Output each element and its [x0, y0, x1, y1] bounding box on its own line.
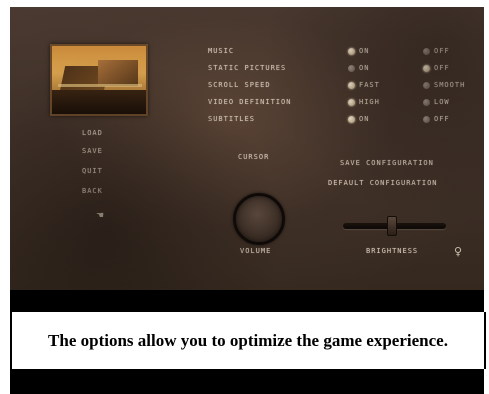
thumbnail-building [98, 60, 138, 86]
caption-top-bar [10, 290, 484, 312]
menu-item-load[interactable]: LOAD [82, 129, 103, 137]
subtitles-off-radio[interactable] [423, 116, 430, 123]
subtitles-off-label[interactable]: OFF [434, 115, 450, 123]
volume-knob[interactable] [233, 193, 285, 245]
music-off-label[interactable]: OFF [434, 47, 450, 55]
video-definition-low-label[interactable]: LOW [434, 98, 450, 106]
menu-item-quit[interactable]: QUIT [82, 167, 103, 175]
option-scroll-speed-label: SCROLL SPEED [208, 81, 271, 89]
caption-bottom-bar [10, 369, 484, 394]
brightness-slider-handle[interactable] [386, 216, 397, 236]
menu-item-save[interactable]: SAVE [82, 147, 103, 155]
cursor-setting-label[interactable]: CURSOR [238, 153, 269, 161]
brightness-label: BRIGHTNESS [366, 247, 419, 255]
scroll-speed-fast-radio[interactable] [348, 82, 355, 89]
subtitles-on-radio[interactable] [348, 116, 355, 123]
music-off-radio[interactable] [423, 48, 430, 55]
scroll-speed-smooth-radio[interactable] [423, 82, 430, 89]
menu-item-back[interactable]: BACK [82, 187, 103, 195]
option-subtitles-label: SUBTITLES [208, 115, 255, 123]
save-configuration-button[interactable]: SAVE CONFIGURATION [340, 159, 434, 167]
scroll-speed-fast-label[interactable]: FAST [359, 81, 380, 89]
subtitles-on-label[interactable]: ON [359, 115, 369, 123]
caption-text: The options allow you to optimize the ga… [10, 312, 486, 369]
saved-game-thumbnail[interactable] [50, 44, 148, 116]
figure-icon[interactable]: ♀ [451, 245, 465, 259]
static-pictures-off-label[interactable]: OFF [434, 64, 450, 72]
default-configuration-button[interactable]: DEFAULT CONFIGURATION [328, 179, 438, 187]
option-music-label: MUSIC [208, 47, 235, 55]
static-pictures-on-label[interactable]: ON [359, 64, 369, 72]
music-on-radio[interactable] [348, 48, 355, 55]
thumbnail-rail [58, 84, 142, 87]
static-pictures-on-radio[interactable] [348, 65, 355, 72]
video-definition-high-radio[interactable] [348, 99, 355, 106]
music-on-label[interactable]: ON [359, 47, 369, 55]
static-pictures-off-radio[interactable] [423, 65, 430, 72]
volume-label: VOLUME [240, 247, 272, 255]
game-options-screen: LOAD SAVE QUIT BACK ☚ MUSIC STATIC PICTU… [10, 7, 484, 290]
option-static-pictures-label: STATIC PICTURES [208, 64, 287, 72]
video-definition-low-radio[interactable] [423, 99, 430, 106]
video-definition-high-label[interactable]: HIGH [359, 98, 380, 106]
hand-pointer-icon: ☚ [96, 211, 105, 221]
scroll-speed-smooth-label[interactable]: SMOOTH [434, 81, 465, 89]
thumbnail-ground [52, 90, 146, 114]
option-video-definition-label: VIDEO DEFINITION [208, 98, 292, 106]
